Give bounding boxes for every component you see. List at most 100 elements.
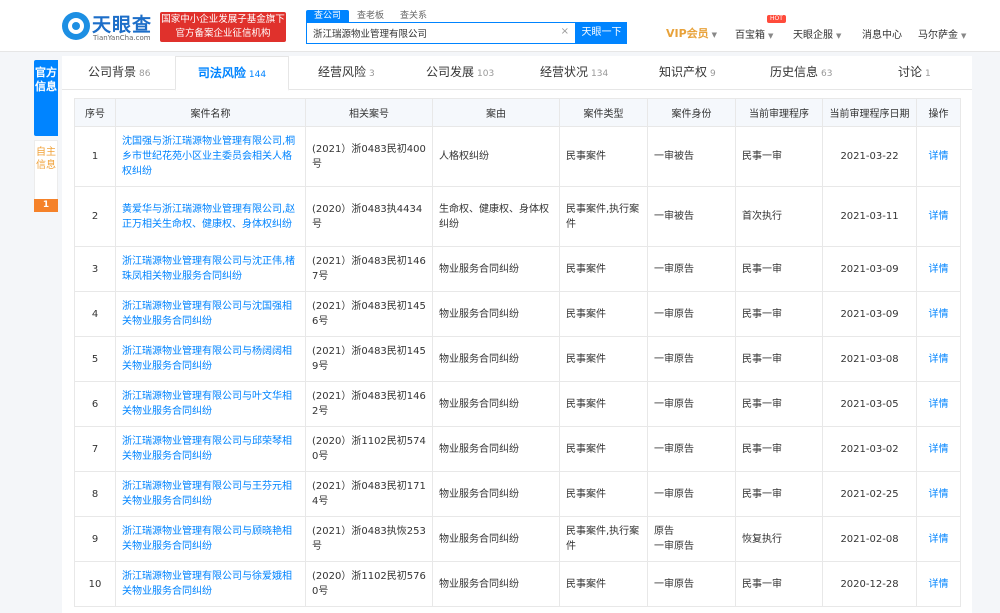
category-tabs: 公司背景 86 司法风险 144 经营风险 3 公司发展 103 经营状况 134 知识产… — [62, 56, 972, 91]
cell-case-name-link[interactable]: 浙江瑞源物业管理有限公司与王芬元相关物业服务合同纠纷 — [115, 471, 306, 517]
cell-index: 5 — [74, 336, 116, 382]
search-tab-boss[interactable]: 查老板 — [349, 10, 392, 22]
tab-label: 历史信息 — [770, 65, 819, 79]
cell-case-name-link[interactable]: 黄爱华与浙江瑞源物业管理有限公司,赵正万相关生命权、健康权、身体权纠纷 — [115, 186, 306, 247]
tab-operating-risk[interactable]: 经营风险 3 — [318, 56, 375, 90]
detail-link[interactable]: 详情 — [916, 126, 961, 187]
detail-link[interactable]: 详情 — [916, 291, 961, 337]
col-header-role: 案件身份 — [647, 98, 736, 127]
cell-case-name-link[interactable]: 浙江瑞源物业管理有限公司与顾晓艳相关物业服务合同纠纷 — [115, 516, 306, 562]
detail-link[interactable]: 详情 — [916, 561, 961, 607]
tab-history-info[interactable]: 历史信息 63 — [770, 56, 832, 90]
cell-cause: 物业服务合同纠纷 — [432, 471, 560, 517]
search-tab-relation[interactable]: 查关系 — [392, 10, 435, 22]
table-row: 7 浙江瑞源物业管理有限公司与邱荣琴相关物业服务合同纠纷 (2020）浙1102民初… — [74, 426, 961, 472]
cell-case-name-link[interactable]: 浙江瑞源物业管理有限公司与邱荣琴相关物业服务合同纠纷 — [115, 426, 306, 472]
detail-link[interactable]: 详情 — [916, 246, 961, 292]
cell-index: 2 — [74, 186, 116, 247]
cell-case-type: 民事案件 — [559, 561, 648, 607]
tab-label: 知识产权 — [659, 65, 708, 79]
detail-link[interactable]: 详情 — [916, 381, 961, 427]
col-header-case-name: 案件名称 — [115, 98, 306, 127]
cell-stage-date: 2021-02-08 — [822, 516, 917, 562]
detail-link[interactable]: 详情 — [916, 426, 961, 472]
cell-role: 一审原告 — [647, 336, 736, 382]
cell-role: 一审原告 — [647, 381, 736, 427]
cell-role: 一审原告 — [647, 246, 736, 292]
cell-cause: 人格权纠纷 — [432, 126, 560, 187]
cell-stage: 民事一审 — [735, 426, 823, 472]
cell-case-name-link[interactable]: 浙江瑞源物业管理有限公司与叶文华相关物业服务合同纠纷 — [115, 381, 306, 427]
table-row: 1 沈国强与浙江瑞源物业管理有限公司,桐乡市世纪花苑小区业主委员会相关人格权纠纷(… — [74, 126, 961, 187]
table-row: 8 浙江瑞源物业管理有限公司与王芬元相关物业服务合同纠纷 (2021）浙0483民初… — [74, 471, 961, 517]
tab-count: 86 — [139, 69, 151, 79]
cell-stage: 民事一审 — [735, 291, 823, 337]
tab-company-development[interactable]: 公司发展 103 — [426, 56, 494, 90]
tab-count: 9 — [710, 69, 716, 79]
tab-operating-status[interactable]: 经营状况 134 — [540, 56, 608, 90]
cell-case-number: (2020）浙1102民初5740号 — [305, 426, 433, 472]
tab-label: 司法风险 — [197, 66, 246, 80]
search-button[interactable]: 天眼一下 — [576, 22, 627, 44]
user-name: 马尔萨金 — [918, 30, 958, 41]
cell-case-name-link[interactable]: 浙江瑞源物业管理有限公司与徐爱娥相关物业服务合同纠纷 — [115, 561, 306, 607]
cell-stage-date: 2021-03-22 — [822, 126, 917, 187]
col-header-case-number: 相关案号 — [305, 98, 433, 127]
col-header-stage-date: 当前审理程序日期 — [822, 98, 917, 127]
cell-case-type: 民事案件 — [559, 246, 648, 292]
cell-case-type: 民事案件 — [559, 336, 648, 382]
main-panel: 公司背景 86 司法风险 144 经营风险 3 公司发展 103 经营状况 134 知识产… — [62, 56, 972, 613]
cell-stage: 民事一审 — [735, 471, 823, 517]
gov-badge[interactable]: 国家中小企业发展子基金旗下 官方备案企业征信机构 — [160, 12, 286, 42]
tab-judicial-risk[interactable]: 司法风险 144 — [175, 56, 289, 91]
tab-count: 63 — [821, 69, 833, 79]
detail-link[interactable]: 详情 — [916, 186, 961, 247]
cell-role: 一审原告 — [647, 561, 736, 607]
gov-badge-line1: 国家中小企业发展子基金旗下 — [161, 14, 285, 25]
detail-link[interactable]: 详情 — [916, 336, 961, 382]
tab-count: 3 — [369, 69, 375, 79]
tab-company-background[interactable]: 公司背景 86 — [88, 56, 150, 90]
cell-stage-date: 2021-03-08 — [822, 336, 917, 382]
nav-user-menu[interactable]: 马尔萨金 ▼ — [918, 26, 966, 41]
cell-case-name-link[interactable]: 浙江瑞源物业管理有限公司与沈国强相关物业服务合同纠纷 — [115, 291, 306, 337]
search-tab-company[interactable]: 查公司 — [306, 10, 350, 22]
detail-link[interactable]: 详情 — [916, 516, 961, 562]
cell-role: 一审原告 — [647, 426, 736, 472]
cell-case-number: (2021）浙0483民初1459号 — [305, 336, 433, 382]
cell-stage-date: 2021-02-25 — [822, 471, 917, 517]
cell-index: 6 — [74, 381, 116, 427]
tianyancha-logo[interactable]: 天眼查 TianYanCha.com — [62, 10, 154, 44]
chevron-down-icon: ▼ — [711, 31, 718, 39]
cell-case-name-link[interactable]: 浙江瑞源物业管理有限公司与沈正伟,楮珠凤相关物业服务合同纠纷 — [115, 246, 306, 292]
nav-enterprise-service[interactable]: 天眼企服 ▼ — [793, 26, 841, 41]
tab-discussion[interactable]: 讨论 1 — [898, 56, 931, 90]
nav-message-center[interactable]: 消息中心 — [862, 26, 902, 41]
cell-case-name-link[interactable]: 浙江瑞源物业管理有限公司与杨阔阔相关物业服务合同纠纷 — [115, 336, 306, 382]
cell-cause: 物业服务合同纠纷 — [432, 246, 560, 292]
cell-case-number: (2021）浙0483民初1462号 — [305, 381, 433, 427]
nav-toolbox[interactable]: 百宝箱 ▼ — [735, 26, 773, 41]
cell-index: 3 — [74, 246, 116, 292]
cell-role: 一审被告 — [647, 186, 736, 247]
cell-case-number: (2021）浙0483执恢253号 — [305, 516, 433, 562]
cell-case-name-link[interactable]: 沈国强与浙江瑞源物业管理有限公司,桐乡市世纪花苑小区业主委员会相关人格权纠纷 — [115, 126, 306, 187]
detail-link[interactable]: 详情 — [916, 471, 961, 517]
side-tab-official-info[interactable]: 官方信息 — [34, 60, 58, 136]
vip-member-link[interactable]: VIP会员 ▼ — [666, 25, 717, 41]
cell-index: 4 — [74, 291, 116, 337]
cell-index: 1 — [74, 126, 116, 187]
cell-cause: 物业服务合同纠纷 — [432, 426, 560, 472]
search-input[interactable] — [307, 23, 557, 43]
cell-case-number: (2021）浙0483民初400号 — [305, 126, 433, 187]
cell-cause: 物业服务合同纠纷 — [432, 516, 560, 562]
clear-search-icon[interactable]: × — [561, 26, 569, 37]
tab-intellectual-property[interactable]: 知识产权 9 — [659, 56, 716, 90]
tab-count: 134 — [591, 69, 609, 79]
logo-name: 天眼查 — [92, 14, 153, 36]
search-box: × — [306, 22, 576, 44]
tab-count: 1 — [925, 69, 931, 79]
col-header-index: 序号 — [74, 98, 116, 127]
cell-stage: 恢复执行 — [735, 516, 823, 562]
search-type-tabs: 查公司 查老板 查关系 — [306, 10, 435, 22]
